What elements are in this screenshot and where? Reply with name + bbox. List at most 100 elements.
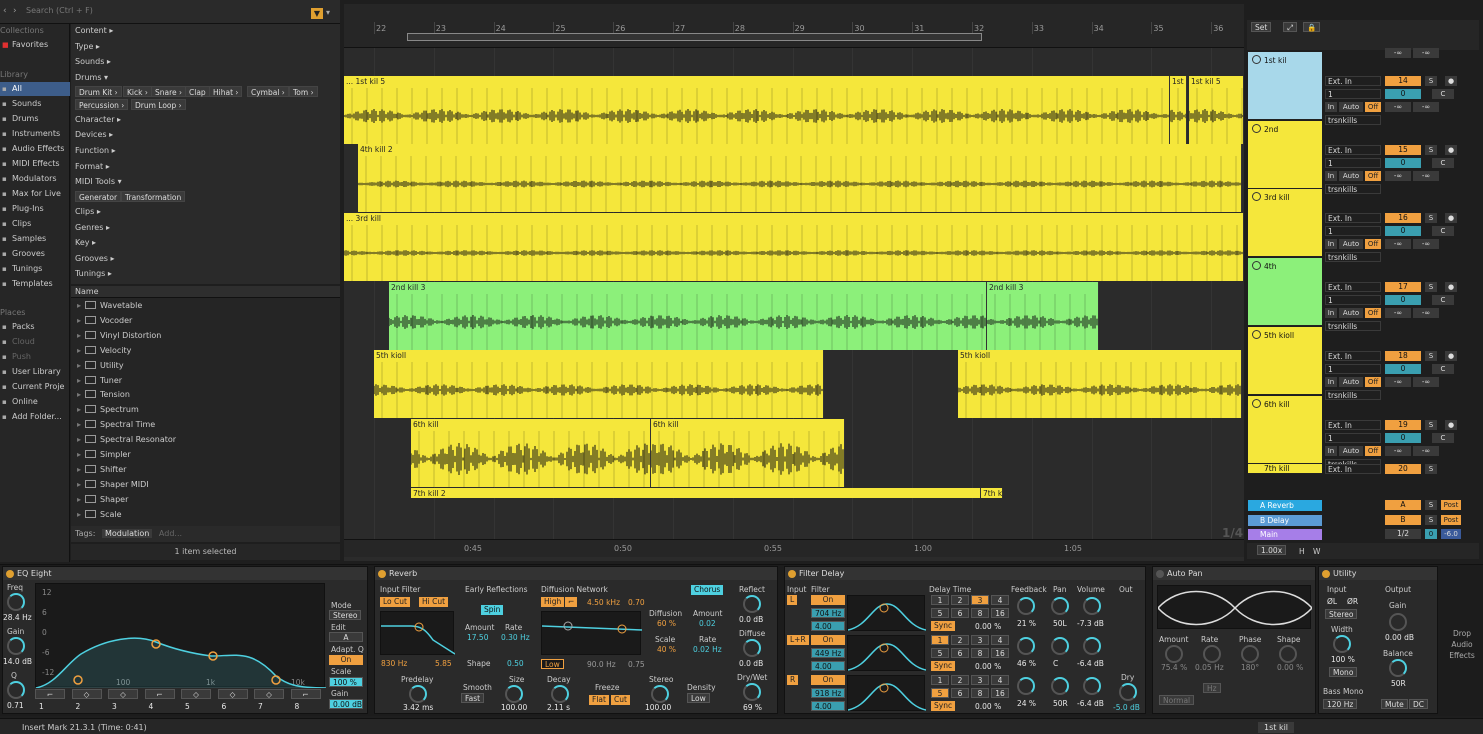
util-gain-value[interactable]: 0.00 dB [1385,633,1414,642]
output-select[interactable]: trsnkills [1325,183,1381,194]
in-button[interactable]: In [1325,102,1337,112]
filter-delay-title[interactable]: Filter Delay [785,567,1145,580]
filter-devices[interactable]: Devices ▸ [75,130,113,139]
output-select[interactable]: trsnkills [1325,115,1381,125]
beat-ruler[interactable]: 22 23 24 25 26 27 28 29 30 31 32 33 34 35 36 [344,4,1244,48]
eq-gain-knob[interactable] [7,637,25,655]
send-b-value[interactable]: -∞ [1413,308,1439,319]
track-header[interactable]: 2nd [1248,120,1322,189]
pan-value[interactable]: C [1432,89,1454,99]
clip[interactable]: 7th k [981,488,1003,498]
fd-delay-beat-button[interactable]: 1 [931,635,949,645]
fd-pan-knob[interactable] [1051,637,1069,655]
loop-brace[interactable] [407,33,982,41]
clip[interactable]: ... 3rd kill [344,213,1244,281]
auto-pan-title[interactable]: Auto Pan [1153,567,1315,580]
eq-band-number[interactable]: 1 [39,702,44,711]
expand-icon[interactable]: ▸ [77,405,81,414]
return-track-name[interactable]: B Delay [1248,514,1322,526]
channel-select[interactable]: 1 [1325,295,1381,306]
filter-chip[interactable]: Percussion › [75,99,129,110]
expand-icon[interactable]: ▸ [77,465,81,474]
clip[interactable]: 5th kioll [958,350,1242,418]
expand-icon[interactable]: ▸ [77,316,81,325]
fd-delay-beat-button[interactable]: 4 [991,635,1009,645]
eq-title[interactable]: EQ Eight [3,567,367,580]
in-button[interactable]: In [1325,308,1337,319]
input-select[interactable]: Ext. In [1325,282,1381,293]
clip[interactable]: 7th kill 2 [411,488,981,498]
fd-delay-beat-button[interactable]: 5 [931,648,949,658]
fd-on-button[interactable]: On [811,635,845,645]
off-button[interactable]: Off [1365,102,1381,112]
solo-button[interactable]: S [1425,76,1437,86]
ap-phase-value[interactable]: 180° [1241,663,1259,672]
eq-edit-select[interactable]: A [329,632,363,642]
expand-icon[interactable]: ▸ [77,450,81,459]
arm-icon[interactable]: ● [1445,350,1457,361]
util-width-knob[interactable] [1333,635,1351,653]
in-button[interactable]: In [1325,376,1337,387]
ap-amount-value[interactable]: 75.4 % [1161,663,1187,672]
fd-offset-value[interactable]: 0.00 % [975,702,1001,711]
eq-band-number[interactable]: 4 [149,702,154,711]
spin-button[interactable]: Spin [481,605,504,615]
list-item[interactable]: ▸ Spectrum [77,403,139,417]
cut-button[interactable]: Cut [611,695,630,705]
clip[interactable]: 5th kioll [374,350,824,418]
fd-channel-button[interactable]: R [787,675,799,685]
fd-feedback-knob[interactable] [1017,677,1035,695]
expand-icon[interactable]: ▸ [77,376,81,385]
list-item[interactable]: ▸ Tension [77,388,130,402]
return-letter[interactable]: B [1385,514,1421,525]
expand-icon[interactable]: ▸ [77,331,81,340]
ap-shape-value[interactable]: 0.00 % [1277,663,1303,672]
reflect-value[interactable]: 0.0 dB [739,615,763,624]
reflect-knob[interactable] [743,595,761,613]
pan-value[interactable]: C [1432,157,1454,168]
status-track[interactable]: 1st kil [1258,722,1295,733]
fd-channel-button[interactable]: L [787,595,798,605]
clip[interactable]: 2nd kill 3 [987,282,1099,350]
decay-value[interactable]: 2.11 s [547,703,570,712]
fd-delay-beat-button[interactable]: 8 [971,648,989,658]
send-a-value[interactable]: -∞ [1385,445,1411,456]
eq-band-number[interactable]: 3 [112,702,117,711]
expand-icon[interactable]: ▸ [77,346,81,355]
fd-freq-value[interactable]: 449 Hz [811,648,845,658]
track-number[interactable]: 18 [1385,350,1421,361]
fd-on-button[interactable]: On [811,595,845,605]
fd-q-value[interactable]: 4.00 [811,621,845,631]
eq-band-number[interactable]: 6 [222,702,227,711]
eq-freq-value[interactable]: 28.4 Hz [3,613,32,622]
clip[interactable]: 6th kill [651,419,845,487]
list-item[interactable]: ▸ Vinyl Distortion [77,329,161,343]
filter-clips[interactable]: Clips ▸ [75,207,101,216]
arm-icon[interactable]: ● [1445,419,1457,430]
volume-value[interactable]: 0 [1385,226,1421,237]
expand-icon[interactable]: ▸ [77,510,81,519]
return-post[interactable]: Post [1441,514,1461,525]
send-a-value[interactable]: -∞ [1385,239,1411,250]
utility-title[interactable]: Utility [1319,567,1437,580]
off-button[interactable]: Off [1365,308,1381,319]
solo-button[interactable]: S [1425,144,1437,155]
fd-feedback-value[interactable]: 46 % [1017,659,1036,668]
filter-chip[interactable]: Transformation [121,191,186,202]
h-toggle[interactable]: H [1299,547,1305,556]
sidebar-item-place[interactable]: ▪ Add Folder... [0,410,70,424]
input-filter-display[interactable] [380,611,456,655]
sidebar-item-place[interactable]: ▪ Packs [0,320,70,334]
fold-icon[interactable] [1252,55,1261,64]
ap-shape-knob[interactable] [1279,645,1297,663]
fd-filter-display[interactable] [847,675,927,711]
ap-hz-button[interactable]: Hz [1203,683,1221,693]
sidebar-item-place[interactable]: ▪ Push [0,350,70,364]
fd-dry-value[interactable]: -5.0 dB [1113,703,1140,712]
filter-chip[interactable]: Kick › [123,86,152,97]
channel-select[interactable]: 1 [1325,89,1381,99]
flat-button[interactable]: Flat [589,695,609,705]
tag-add[interactable]: Add... [159,529,182,538]
arm-icon[interactable]: ● [1445,213,1457,224]
eq-band-shape-icon[interactable]: ⌐ [290,689,321,699]
